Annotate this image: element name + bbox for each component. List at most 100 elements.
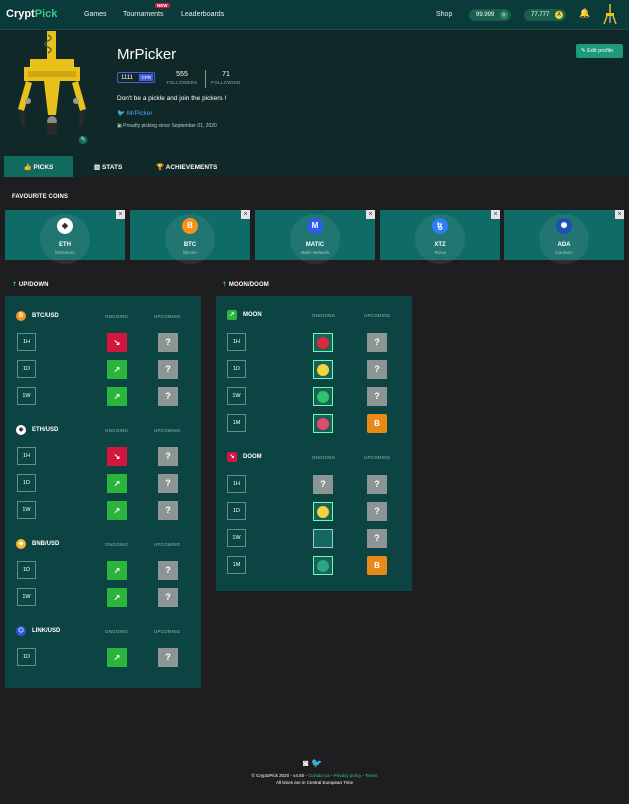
pair-coin-icon: ⬡ [16, 626, 26, 636]
btc-coin-icon[interactable]: B [367, 556, 387, 575]
pick-up-icon[interactable]: ↗ [107, 501, 127, 520]
timeframe-label: 1W [17, 387, 36, 405]
unknown-pick-icon[interactable]: ? [158, 447, 178, 466]
pick-down-icon[interactable]: ↘ [107, 333, 127, 352]
coin-name: Cardano [555, 250, 573, 255]
unknown-pick-icon[interactable]: ? [367, 475, 387, 494]
coin-symbol: ADA [557, 242, 571, 248]
remove-icon[interactable]: × [366, 210, 375, 219]
tab-picks[interactable]: 👍 PICKS [4, 156, 73, 177]
coin-smiley-icon[interactable] [313, 360, 333, 379]
pick-up-icon[interactable]: ↗ [107, 387, 127, 406]
unknown-pick-icon[interactable]: ? [367, 502, 387, 521]
unknown-pick-icon[interactable]: ? [158, 360, 178, 379]
unknown-pick-icon[interactable]: ? [158, 501, 178, 520]
unknown-pick-icon[interactable]: ? [367, 387, 387, 406]
coin-symbol: XTZ [434, 242, 446, 248]
followers-count[interactable]: 555 [162, 71, 202, 78]
menu-icon: ≡ [500, 11, 508, 19]
claw-avatar-image [18, 31, 86, 135]
remove-icon[interactable]: × [116, 210, 125, 219]
favourite-coin-card[interactable]: ✺ ADA Cardano × [504, 210, 624, 264]
coin-smiley-icon[interactable] [313, 502, 333, 521]
calendar-icon: ▣ [117, 123, 122, 129]
balance-pill-primary[interactable]: 99.999 ≡ [469, 9, 511, 21]
coin-image [317, 418, 329, 430]
user-avatar-icon[interactable] [603, 4, 617, 26]
terms-link[interactable]: Terms [365, 773, 377, 778]
pick-down-icon[interactable]: ↘ [107, 447, 127, 466]
new-badge: NEW [155, 3, 170, 8]
updown-title: ⇡ UP/DOWN [12, 282, 49, 288]
unknown-pick-icon[interactable]: ? [158, 561, 178, 580]
favourite-coins-title: FAVOURITE COINS [12, 194, 69, 200]
edit-icon: ✎ [581, 48, 586, 54]
coin-image [317, 506, 329, 518]
timeframe-label: 1D [227, 360, 246, 378]
coin-symbol: ETH [59, 242, 71, 248]
trophy-icon: 🏆 [156, 164, 165, 171]
unknown-pick-icon[interactable]: ? [158, 588, 178, 607]
timeframe-label: 1W [227, 529, 246, 547]
coin-pink-icon[interactable] [313, 414, 333, 433]
coin-green-icon[interactable] [313, 387, 333, 406]
favourite-coin-card[interactable]: M MATIC Matic Network × [255, 210, 375, 264]
ongoing-header: ONGOING [105, 428, 129, 433]
moondoom-title: ⇡ MOON/DOOM [222, 282, 269, 288]
unknown-pick-icon[interactable]: ? [158, 387, 178, 406]
profile-bio: Don't be a pickle and join the pickers ! [117, 95, 227, 102]
coin-teal-icon[interactable] [313, 556, 333, 575]
favourite-coin-card[interactable]: B BTC Bitcoin × [130, 210, 250, 264]
pick-up-icon[interactable]: ↗ [107, 588, 127, 607]
unknown-pick-icon[interactable]: ? [158, 333, 178, 352]
unknown-pick-icon[interactable]: ? [158, 648, 178, 667]
privacy-link[interactable]: Privacy policy [334, 773, 362, 778]
edit-profile-button[interactable]: ✎ Edit profile [576, 44, 623, 58]
coin-red-icon[interactable] [313, 333, 333, 352]
nav-shop[interactable]: Shop [436, 11, 452, 18]
coin-name: Matic Network [300, 250, 330, 255]
coin-image [317, 391, 329, 403]
pick-up-icon[interactable]: ↗ [107, 648, 127, 667]
unknown-pick-icon[interactable]: ? [367, 529, 387, 548]
nav-leaderboards[interactable]: Leaderboards [181, 11, 224, 18]
unknown-pick-icon[interactable]: ? [158, 474, 178, 493]
pick-up-icon[interactable]: ↗ [107, 561, 127, 580]
balance-pill-secondary[interactable]: 77.777 A [524, 9, 566, 21]
tab-achievements[interactable]: 🏆 ACHIEVEMENTS [156, 156, 217, 177]
remove-icon[interactable]: × [491, 210, 500, 219]
arrow-up-icon: ⇡ [12, 282, 18, 288]
edit-avatar-icon[interactable]: ✎ [78, 135, 88, 145]
ongoing-header: ONGOING [105, 314, 129, 319]
ongoing-header: ONGOING [105, 542, 129, 547]
timeframe-label: 1H [227, 333, 246, 351]
upcoming-header: UPCOMING [154, 314, 181, 319]
unknown-pick-icon[interactable]: ? [313, 475, 333, 494]
unknown-pick-icon[interactable]: ? [367, 333, 387, 352]
upcoming-header: UPCOMING [364, 313, 391, 318]
twitter-icon[interactable]: 🐦 [311, 758, 322, 768]
bell-icon[interactable]: 🔔 [579, 8, 590, 19]
timeframe-label: 1D [227, 502, 246, 520]
contact-link[interactable]: Contact us [308, 773, 330, 778]
nav-games[interactable]: Games [84, 11, 107, 18]
btc-coin-icon[interactable]: B [367, 414, 387, 433]
remove-icon[interactable]: × [241, 210, 250, 219]
favourite-coin-card[interactable]: ꜩ XTZ Tezos × [380, 210, 500, 264]
remove-icon[interactable]: × [615, 210, 624, 219]
favourite-coin-card[interactable]: ◆ ETH Ethereum × [5, 210, 125, 264]
unknown-pick-icon[interactable]: ? [367, 360, 387, 379]
pick-up-icon[interactable]: ↗ [107, 474, 127, 493]
empty-pick-slot[interactable] [313, 529, 333, 548]
timeframe-label: 1D [17, 648, 36, 666]
pick-up-icon[interactable]: ↗ [107, 360, 127, 379]
following-count[interactable]: 71 [206, 71, 246, 78]
twitter-link[interactable]: 🐦 MrPicker [117, 109, 153, 117]
discord-icon[interactable]: ◙ [303, 758, 308, 768]
tab-stats[interactable]: ▥ STATS [94, 156, 122, 177]
nav-tournaments[interactable]: Tournaments [123, 11, 163, 18]
doom-label: DOOM [243, 454, 262, 460]
timeframe-label: 1M [227, 556, 246, 574]
coin-image [317, 364, 329, 376]
logo[interactable]: CryptPick [6, 8, 57, 20]
